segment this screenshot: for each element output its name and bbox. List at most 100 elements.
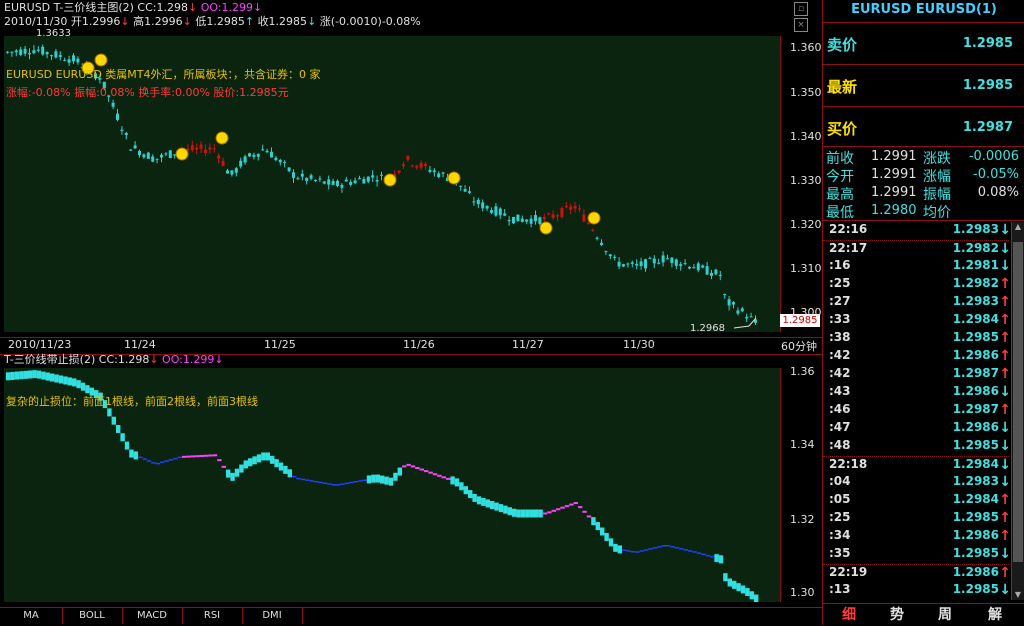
stop-loss-segment (32, 370, 37, 379)
candle-body (6, 51, 9, 53)
stop-loss-segment (432, 473, 438, 476)
main-y-axis: 1.3600 1.3500 1.3400 1.3300 1.3200 1.310… (782, 36, 829, 332)
stop-loss-segment (727, 578, 732, 587)
candle-body (116, 113, 119, 120)
tick-time: :13 (829, 582, 851, 596)
stop-loss-segment (630, 551, 636, 553)
stop-loss-segment (683, 549, 688, 551)
maximize-icon[interactable]: ▫ (794, 2, 808, 16)
stop-loss-segment (366, 475, 372, 484)
stop-loss-segment (76, 380, 81, 389)
last-label: 最新 (827, 78, 858, 96)
stop-loss-segment (349, 481, 354, 484)
stop-loss-segment (375, 474, 380, 483)
candle-body (217, 155, 221, 159)
stop-loss-segment (600, 527, 605, 536)
stop-loss-segment (208, 454, 213, 457)
tick-scrollbar[interactable]: ▲ ▼ (1011, 222, 1024, 600)
candle-body (252, 154, 256, 157)
candle-body (472, 201, 476, 203)
candle-body (560, 208, 564, 217)
tab-ma[interactable]: MA (0, 608, 63, 624)
candle-body (494, 206, 498, 216)
stop-loss-segment (551, 509, 556, 512)
stop-loss-segment (155, 462, 160, 465)
candle-body (410, 165, 414, 167)
stop-loss-segment (274, 459, 279, 468)
stop-loss-segment (380, 475, 385, 484)
tick-list[interactable]: 22:16 1.2983 ↓ 22:17 1.2982 ↓:16 1.2981 ↓:25 1.2… (823, 222, 1013, 602)
stop-loss-segment (507, 507, 512, 516)
stop-loss-segment (578, 506, 583, 509)
tab-macd[interactable]: MACD (122, 608, 183, 624)
stop-loss-segment (283, 465, 288, 474)
arrow-up-icon: ↑ (999, 565, 1011, 581)
smiley-signal-icon (175, 147, 189, 161)
candle-body (155, 158, 159, 160)
scroll-down-icon[interactable]: ▼ (1013, 590, 1023, 600)
tab-boll[interactable]: BOLL (62, 608, 123, 624)
tab-trend[interactable]: 势 (875, 605, 919, 625)
oo-value: OO:1.299 (200, 1, 254, 14)
main-chart-title: EURUSD T-三价线主图(2) (4, 1, 134, 14)
scroll-up-icon[interactable]: ▲ (1013, 222, 1023, 232)
chart-area[interactable]: EURUSD T-三价线主图(2) CC:1.298↓ OO:1.299↓ 20… (0, 0, 829, 607)
quote-panel: EURUSD EURUSD(1) 卖价 1.2985 最新 1.2985 买价 … (822, 0, 1024, 625)
candle-body (36, 49, 40, 51)
stop-loss-segment (270, 455, 275, 464)
tab-rsi[interactable]: RSI (182, 608, 243, 624)
tick-price: 1.2986 (952, 528, 999, 542)
candle-body (309, 175, 313, 179)
stop-loss-segment (441, 476, 446, 479)
tab-detail[interactable]: 细 (827, 605, 871, 625)
tab-explain[interactable]: 解 (973, 605, 1017, 625)
high-price-label: 1.3633 (36, 28, 71, 39)
stop-loss-segment (754, 594, 759, 602)
candle-body (58, 55, 62, 58)
tab-dmi[interactable]: DMI (242, 608, 303, 624)
stop-loss-segment (186, 455, 191, 458)
candle-body (432, 170, 436, 173)
tab-week[interactable]: 周 (923, 605, 967, 625)
tick-price: 1.2985 (952, 582, 999, 596)
stop-loss-segment (520, 509, 526, 518)
period-label[interactable]: 60分钟 (781, 338, 817, 354)
candle-body (63, 59, 67, 61)
arrow-up-icon: ↑ (999, 312, 1011, 328)
stop-loss-segment (314, 480, 319, 483)
tick-time: 22:16 (829, 222, 868, 236)
ohlc-low: 低1.2985 (195, 15, 245, 28)
stop-loss-segment (19, 371, 24, 380)
candle-body (261, 149, 265, 151)
stop-loss-segment (45, 372, 50, 381)
arrow-down-icon: ↓ (999, 474, 1011, 490)
stop-loss-segment (397, 467, 402, 476)
stop-loss-segment (714, 554, 719, 563)
stop-loss-segment (701, 553, 706, 556)
stop-loss-segment (265, 452, 270, 461)
tick-time: :05 (829, 492, 851, 506)
candle-body (243, 156, 247, 163)
candle-body (485, 205, 489, 209)
candle-body (666, 258, 669, 260)
candle-body (208, 147, 212, 150)
smiley-signal-icon (215, 131, 229, 145)
stop-loss-segment (322, 482, 328, 485)
candle-body (476, 199, 480, 205)
candle-body (362, 178, 366, 184)
stat-low-label: 最低 (826, 205, 854, 221)
stop-loss-segment (490, 501, 495, 510)
candle-body (50, 55, 53, 57)
stop-loss-segment (58, 375, 64, 384)
stop-loss-segment (142, 458, 147, 460)
candle-body (344, 179, 348, 182)
tick-price: 1.2987 (952, 366, 999, 380)
candle-body (481, 202, 485, 209)
scroll-thumb[interactable] (1013, 242, 1023, 562)
stop-loss-segment (54, 374, 59, 383)
tick-price: 1.2984 (952, 312, 999, 326)
tick-time: :38 (829, 330, 851, 344)
close-icon[interactable]: × (794, 18, 808, 32)
stat-low-value: 1.2980 (871, 203, 917, 218)
stop-loss-segment (463, 486, 468, 495)
